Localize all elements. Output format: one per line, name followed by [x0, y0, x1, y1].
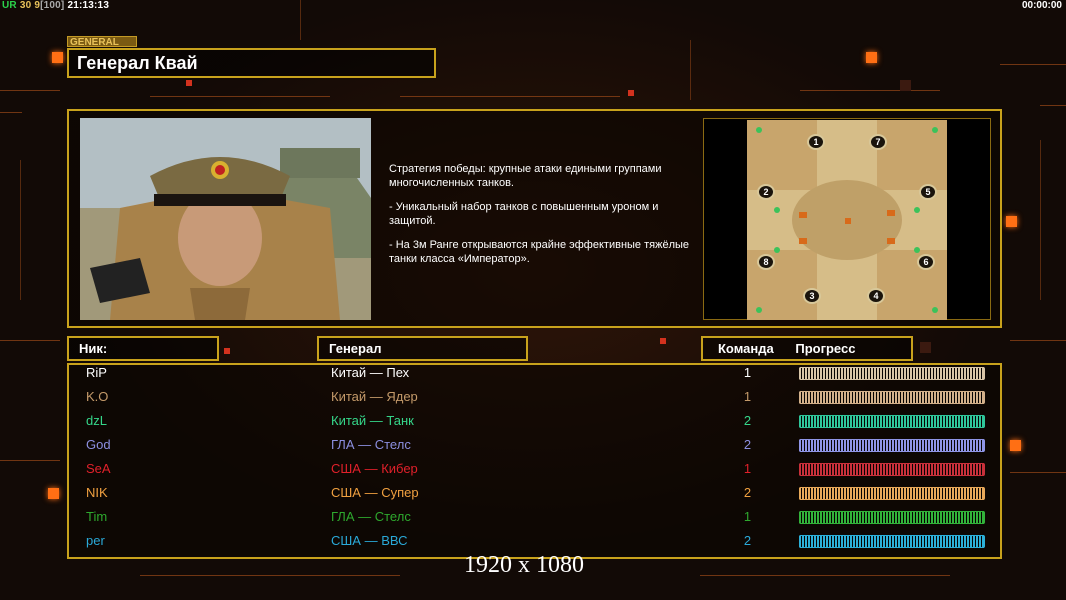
- timer: 00:00:00: [1021, 0, 1062, 11]
- player-general: ГЛА — Стелс: [331, 437, 411, 452]
- player-nick: per: [86, 533, 105, 548]
- player-general: США — Кибер: [331, 461, 418, 476]
- player-nick: Tim: [86, 509, 108, 524]
- player-team: 2: [743, 533, 752, 548]
- progress-bar: [799, 463, 985, 476]
- player-general: США — ВВС: [331, 533, 408, 548]
- progress-bar: [799, 415, 985, 428]
- stat-value-a: 30: [19, 0, 32, 11]
- progress-bar: [799, 391, 985, 404]
- table-row[interactable]: dzL Китай — Танк 2: [0, 410, 1066, 434]
- table-row[interactable]: NIK США — Супер 2: [0, 482, 1066, 506]
- player-general: США — Супер: [331, 485, 419, 500]
- general-portrait: [80, 118, 371, 320]
- general-name: Генерал Квай: [67, 48, 436, 78]
- player-team: 2: [743, 437, 752, 452]
- portrait-icon: [80, 118, 371, 320]
- player-general: ГЛА — Стелс: [331, 509, 411, 524]
- team-progress-header: Команда Прогресс: [701, 336, 913, 361]
- player-nick: dzL: [86, 413, 107, 428]
- general-header: Генерал: [317, 336, 528, 361]
- player-nick: K.O: [86, 389, 109, 404]
- map-terrain: [747, 120, 947, 320]
- start-slot[interactable]: 6: [917, 254, 935, 270]
- player-team: 2: [743, 485, 752, 500]
- description-line: - Уникальный набор танков с повышенным у…: [389, 201, 659, 227]
- player-nick: God: [86, 437, 111, 452]
- start-slot[interactable]: 3: [803, 288, 821, 304]
- team-header: Команда: [718, 341, 774, 356]
- start-slot[interactable]: 4: [867, 288, 885, 304]
- stat-bracket: [100]: [40, 0, 65, 11]
- description-line: - На 3м Ранге открываются крайне эффекти…: [389, 239, 690, 265]
- player-team: 1: [743, 389, 752, 404]
- table-row[interactable]: SeA США — Кибер 1: [0, 458, 1066, 482]
- start-slot[interactable]: 1: [807, 134, 825, 150]
- nick-header: Ник:: [67, 336, 219, 361]
- status-bar: UR 30 9[100] 21:13:13: [2, 0, 109, 11]
- progress-bar: [799, 487, 985, 500]
- player-general: Китай — Ядер: [331, 389, 418, 404]
- table-row[interactable]: per США — ВВС 2: [0, 530, 1066, 554]
- resolution-label: 1920 x 1080: [464, 552, 584, 578]
- start-slot[interactable]: 7: [869, 134, 887, 150]
- table-row[interactable]: Tim ГЛА — Стелс 1: [0, 506, 1066, 530]
- ur-label: UR: [2, 0, 17, 11]
- player-team: 1: [743, 365, 752, 380]
- player-team: 1: [743, 461, 752, 476]
- table-row[interactable]: God ГЛА — Стелс 2: [0, 434, 1066, 458]
- start-slot[interactable]: 5: [919, 184, 937, 200]
- description-line: Стратегия победы: крупные атаки едиными …: [389, 163, 662, 189]
- progress-header: Прогресс: [795, 341, 856, 356]
- player-general: Китай — Танк: [331, 413, 414, 428]
- table-row[interactable]: RiP Китай — Пех 1: [0, 362, 1066, 386]
- progress-bar: [799, 367, 985, 380]
- player-general: Китай — Пех: [331, 365, 410, 380]
- start-slot[interactable]: 2: [757, 184, 775, 200]
- player-team: 1: [743, 509, 752, 524]
- progress-bar: [799, 511, 985, 524]
- progress-bar: [799, 439, 985, 452]
- table-row[interactable]: K.O Китай — Ядер 1: [0, 386, 1066, 410]
- start-slot[interactable]: 8: [757, 254, 775, 270]
- general-description: Стратегия победы: крупные атаки едиными …: [389, 162, 699, 276]
- player-team: 2: [743, 413, 752, 428]
- clock: 21:13:13: [67, 0, 110, 11]
- player-nick: NIK: [86, 485, 108, 500]
- map-preview[interactable]: 1 7 2 5 8 6 3 4: [747, 120, 947, 320]
- player-nick: RiP: [86, 365, 107, 380]
- progress-bar: [799, 535, 985, 548]
- general-tag: GENERAL: [67, 36, 137, 48]
- player-nick: SeA: [86, 461, 111, 476]
